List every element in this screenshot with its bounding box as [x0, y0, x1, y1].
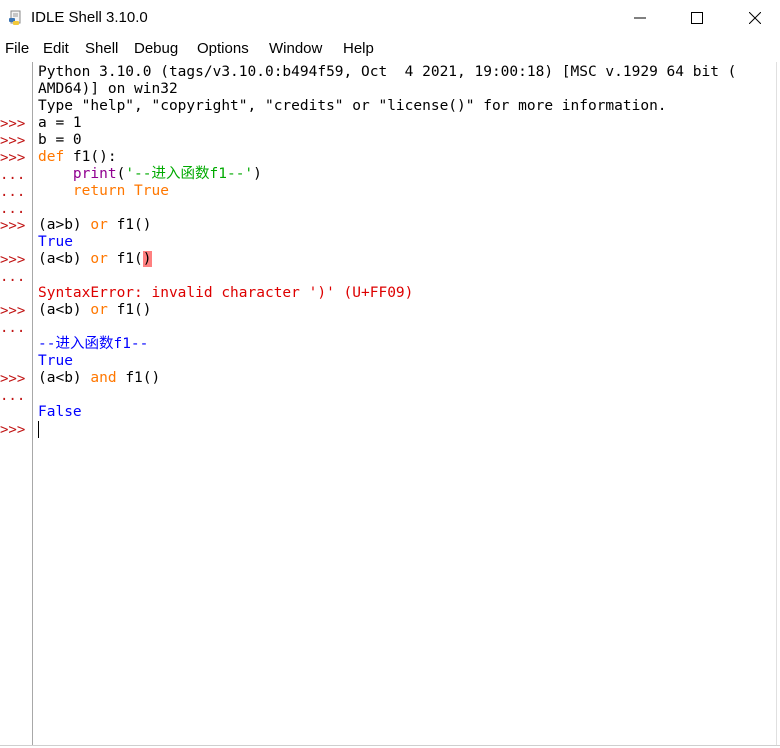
gutter-divider: [32, 62, 33, 746]
close-icon: [749, 12, 761, 24]
minimize-button[interactable]: [611, 0, 669, 36]
input-line: (a<b) and f1(): [38, 370, 774, 387]
code-text: f1(): [116, 370, 161, 386]
output-line: True: [38, 353, 73, 369]
builtin: print: [72, 166, 117, 182]
code-text: f1(): [107, 302, 152, 318]
code-text: f1():: [64, 149, 117, 165]
menu-edit[interactable]: Edit: [43, 40, 69, 57]
keyword: def: [38, 149, 65, 165]
menu-bar: File Edit Shell Debug Options Window Hel…: [0, 36, 780, 62]
code-text: ): [253, 166, 262, 182]
output-line: --进入函数f1--: [38, 336, 149, 352]
code-text: (a<b): [38, 302, 91, 318]
error-line: SyntaxError: invalid character ')' (U+FF…: [38, 285, 414, 301]
prompt-gutter: >>> >>> >>> ... ... ... >>> >>> ... >>> …: [0, 62, 32, 746]
code-text: (a>b): [38, 217, 91, 233]
menu-options[interactable]: Options: [197, 40, 249, 57]
menu-file[interactable]: File: [5, 40, 29, 57]
window-title: IDLE Shell 3.10.0: [31, 9, 148, 26]
minimize-icon: [634, 17, 646, 19]
code-text: (: [116, 166, 126, 182]
string-literal: '--进入函数f1--': [125, 166, 254, 182]
banner-line: AMD64)] on win32: [38, 81, 178, 97]
continuation-marker: ...: [0, 269, 26, 285]
prompt-marker: >>>: [0, 303, 26, 319]
code-text: f1(): [107, 217, 152, 233]
maximize-button[interactable]: [668, 0, 726, 36]
continuation-marker: ...: [0, 201, 26, 217]
continuation-marker: ...: [0, 184, 26, 200]
keyword: or: [90, 217, 108, 233]
input-line: b = 0: [38, 132, 82, 148]
input-line: return True: [38, 183, 774, 200]
banner-line: Python 3.10.0 (tags/v3.10.0:b494f59, Oct…: [38, 64, 737, 80]
shell-text-area[interactable]: Python 3.10.0 (tags/v3.10.0:b494f59, Oct…: [38, 64, 774, 744]
prompt-marker: >>>: [0, 371, 26, 387]
code-text: (a<b): [38, 251, 91, 267]
code-text: (a<b): [38, 370, 91, 386]
menu-window[interactable]: Window: [269, 40, 322, 57]
keyword: or: [90, 251, 108, 267]
prompt-marker: >>>: [0, 150, 26, 166]
menu-debug[interactable]: Debug: [134, 40, 178, 57]
prompt-marker: >>>: [0, 133, 26, 149]
text-cursor: [38, 421, 39, 438]
editor-right-edge: [776, 62, 777, 746]
continuation-marker: ...: [0, 320, 26, 336]
window-bottom-edge: [0, 745, 780, 746]
input-line: (a<b) or f1(): [38, 251, 774, 268]
keyword: or: [90, 302, 108, 318]
continuation-marker: ...: [0, 167, 26, 183]
prompt-marker: >>>: [0, 252, 26, 268]
prompt-marker: >>>: [0, 218, 26, 234]
title-bar[interactable]: IDLE Shell 3.10.0: [0, 0, 780, 36]
input-line: def f1():: [38, 149, 774, 166]
input-line: (a>b) or f1(): [38, 217, 774, 234]
menu-shell[interactable]: Shell: [85, 40, 118, 57]
continuation-marker: ...: [0, 388, 26, 404]
keyword: return: [72, 183, 126, 199]
banner-line: Type "help", "copyright", "credits" or "…: [38, 98, 667, 114]
menu-help[interactable]: Help: [343, 40, 374, 57]
input-line: print('--进入函数f1--'): [38, 166, 774, 183]
error-highlight: ): [142, 251, 152, 267]
output-line: True: [38, 234, 73, 250]
close-button[interactable]: [726, 0, 780, 36]
keyword: True: [134, 183, 169, 199]
input-line: (a<b) or f1(): [38, 302, 774, 319]
keyword: and: [90, 370, 117, 386]
maximize-icon: [691, 12, 703, 24]
idle-app-icon: [9, 10, 21, 25]
prompt-marker: >>>: [0, 116, 26, 132]
code-text: f1(: [107, 251, 143, 267]
prompt-marker: >>>: [0, 422, 26, 438]
output-line: False: [38, 404, 82, 420]
input-line: a = 1: [38, 115, 82, 131]
